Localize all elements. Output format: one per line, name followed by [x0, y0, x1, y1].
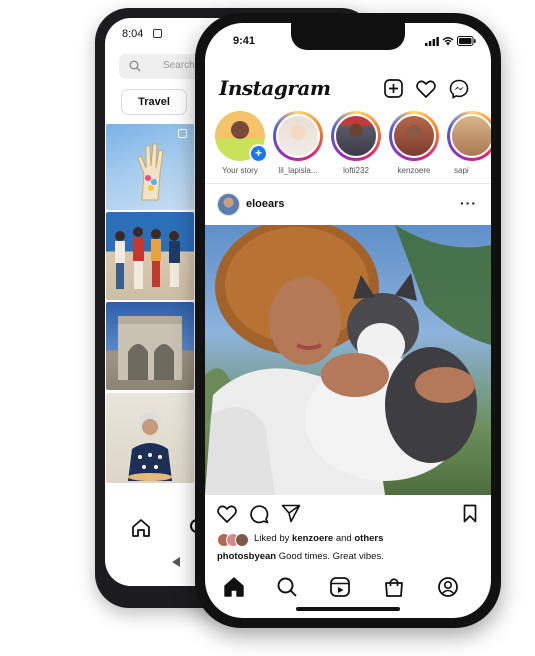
back-home-icon[interactable] [131, 518, 151, 537]
divider [205, 183, 491, 184]
liked-by-and: and [333, 533, 355, 544]
liked-by-avatars [217, 533, 251, 547]
liked-by-others[interactable]: others [354, 533, 383, 544]
explore-tile-group[interactable] [106, 212, 194, 300]
chip-travel-label: Travel [138, 96, 170, 108]
home-indicator[interactable] [296, 607, 400, 611]
new-post-icon[interactable] [384, 79, 403, 98]
liked-by-text: Liked by kenzoere and others [254, 533, 383, 544]
story-label-lofti232: lofti232 [343, 166, 369, 175]
search-nav-icon[interactable] [276, 576, 298, 598]
shop-icon[interactable] [383, 576, 405, 598]
story-kenzoere[interactable] [389, 111, 439, 161]
multi-post-icon [178, 129, 187, 138]
post-username[interactable]: eloears [246, 198, 285, 210]
wifi-icon [442, 37, 454, 46]
like-heart-icon[interactable] [217, 505, 237, 523]
cellular-signal-icon [425, 37, 439, 46]
front-status-time: 9:41 [233, 35, 256, 47]
liked-by-prefix: Liked by [254, 533, 293, 544]
caption: photosbyean Good times. Great vibes. [217, 551, 384, 562]
story-label-lil-lapisla: lil_lapisla... [278, 166, 318, 175]
notch [291, 23, 405, 50]
front-phone-screen: 9:41 Instagram + Your story lil_lapisla.… [205, 23, 491, 618]
save-bookmark-icon[interactable] [463, 504, 477, 523]
app-title: Instagram [219, 76, 331, 100]
search-placeholder: Search [163, 60, 195, 71]
front-phone: 9:41 Instagram + Your story lil_lapisla.… [195, 13, 501, 628]
story-sapi[interactable] [447, 111, 491, 161]
profile-icon[interactable] [437, 576, 459, 598]
liked-by-user[interactable]: kenzoere [292, 533, 333, 544]
post-image[interactable] [205, 225, 491, 495]
search-icon [129, 60, 141, 72]
story-your-story[interactable]: + [215, 111, 268, 163]
status-app-icon [153, 29, 162, 38]
post-avatar[interactable] [217, 193, 240, 216]
story-label-kenzoere: kenzoere [397, 166, 431, 175]
android-back-icon[interactable] [171, 556, 181, 568]
story-label-your-story: Your story [222, 166, 258, 175]
story-label-sapi: sapi [454, 166, 469, 175]
explore-tile-hand[interactable] [106, 124, 194, 210]
reels-icon[interactable] [329, 576, 351, 598]
caption-text: Good times. Great vibes. [276, 551, 384, 562]
home-icon[interactable] [223, 576, 245, 598]
messenger-icon[interactable] [449, 79, 469, 99]
back-status-time: 8:04 [122, 28, 144, 40]
story-lofti232[interactable] [331, 111, 381, 161]
explore-tile-woman[interactable] [106, 393, 194, 483]
explore-tile-arch[interactable] [106, 302, 194, 390]
more-options-icon[interactable]: ··· [460, 195, 477, 211]
story-lil-lapisla[interactable] [273, 111, 323, 161]
chip-travel[interactable]: Travel [121, 89, 187, 115]
notifications-heart-icon[interactable] [416, 80, 436, 98]
caption-username[interactable]: photosbyean [217, 551, 276, 562]
share-icon[interactable] [281, 504, 301, 523]
battery-icon [457, 36, 476, 46]
add-story-icon[interactable]: + [249, 144, 268, 163]
comment-icon[interactable] [249, 504, 269, 524]
